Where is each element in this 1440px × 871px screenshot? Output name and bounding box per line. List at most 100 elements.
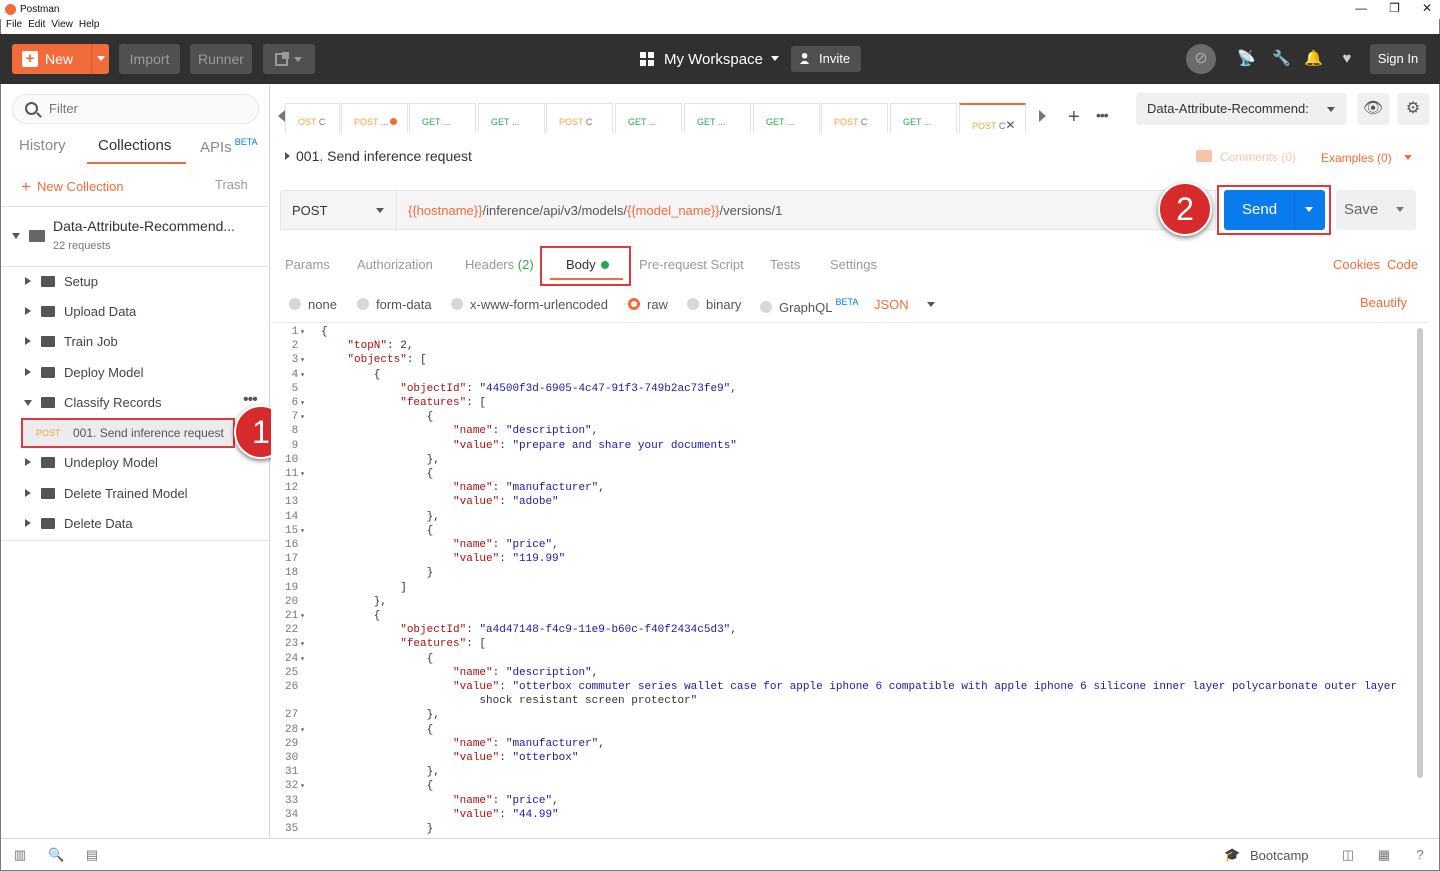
selected-request-item[interactable]: POST 001. Send inference request [21, 418, 235, 448]
save-dropdown-icon[interactable] [1396, 207, 1404, 212]
format-select[interactable]: JSON [874, 297, 935, 312]
status-bar: ▥ 🔍 ▤ 🎓 Bootcamp ◫ ▦ ? [1, 838, 1439, 870]
new-dropdown-icon[interactable] [97, 56, 105, 61]
wrench-icon[interactable]: 🔧 [1272, 50, 1291, 68]
method-select[interactable]: POST [280, 190, 397, 230]
new-collection-button[interactable]: + New Collection [21, 177, 124, 197]
invite-button[interactable]: Invite [791, 46, 861, 72]
scroll-right-icon[interactable] [1039, 110, 1046, 122]
tab-body[interactable]: Body [566, 257, 609, 272]
folder-item[interactable]: Delete Data [1, 509, 270, 539]
browse-icon[interactable]: ▦ [1376, 847, 1392, 863]
url-input[interactable]: {{hostname}}/inference/api/v3/models/{{m… [396, 190, 1216, 230]
minimize-icon[interactable]: — [1355, 1, 1367, 15]
menu-file[interactable]: File [6, 19, 22, 30]
add-tab-icon[interactable]: + [1068, 106, 1080, 129]
comments-button[interactable]: Comments (0) [1196, 150, 1296, 164]
tab-headers[interactable]: Headers (2) [465, 257, 534, 272]
request-tab[interactable]: GET ... [684, 103, 751, 133]
code-line: { [321, 368, 381, 381]
send-dropdown-icon[interactable] [1305, 207, 1313, 212]
cookies-link[interactable]: Cookies [1333, 257, 1380, 272]
menu-edit[interactable]: Edit [28, 19, 45, 30]
radio-binary[interactable]: binary [687, 297, 741, 312]
radio-form-data[interactable]: form-data [357, 297, 432, 312]
sync-off-icon[interactable]: ⊘ [1186, 44, 1216, 74]
sign-in-button[interactable]: Sign In [1370, 44, 1426, 74]
code-link[interactable]: Code [1387, 257, 1418, 272]
close-tab-icon[interactable]: ✕ [1005, 118, 1015, 132]
filter-field[interactable] [12, 94, 259, 124]
menu-help[interactable]: Help [79, 19, 100, 30]
beautify-link[interactable]: Beautify [1360, 295, 1407, 310]
console-icon[interactable]: ▤ [84, 847, 100, 863]
examples-button[interactable]: Examples (0) [1321, 151, 1412, 165]
tab-apis[interactable]: APIs BETA [200, 137, 258, 156]
maximize-icon[interactable]: ❐ [1389, 1, 1400, 15]
folder-item[interactable]: Classify Records ••• [1, 388, 270, 418]
editor-scrollbar[interactable] [1417, 328, 1423, 778]
request-tab[interactable]: POST C [821, 103, 888, 133]
request-tab[interactable]: POST C [546, 103, 613, 133]
bootcamp-icon[interactable]: 🎓 [1224, 847, 1240, 863]
close-window-icon[interactable]: ✕ [1422, 1, 1432, 15]
tab-prerequest-script[interactable]: Pre-request Script [639, 257, 744, 272]
tab-options-icon[interactable]: ••• [1096, 107, 1109, 123]
tab-history[interactable]: History [19, 137, 66, 154]
request-tab[interactable]: POST ... [341, 103, 408, 133]
tab-method: POST [834, 117, 859, 127]
tab-authorization[interactable]: Authorization [357, 257, 433, 272]
gear-icon[interactable]: ⚙ [1397, 93, 1429, 125]
bootcamp-button[interactable]: Bootcamp [1250, 848, 1309, 863]
filter-input[interactable] [49, 101, 249, 116]
request-name: 001. Send inference request [73, 426, 224, 440]
tab-collections[interactable]: Collections [98, 137, 171, 154]
menu-view[interactable]: View [51, 19, 73, 30]
tab-params[interactable]: Params [285, 257, 330, 272]
tab-settings[interactable]: Settings [830, 257, 877, 272]
radio-raw[interactable]: raw [628, 297, 668, 312]
new-button[interactable]: + New [12, 44, 109, 74]
folder-item[interactable]: Deploy Model [1, 358, 270, 388]
request-tab-active[interactable]: POST C✕ [959, 103, 1026, 133]
radio-graphql[interactable]: GraphQL BETA [760, 297, 858, 315]
heart-icon[interactable]: ♥ [1338, 50, 1356, 68]
request-tab[interactable]: GET ... [615, 103, 682, 133]
folder-item[interactable]: Train Job [1, 327, 270, 357]
save-button[interactable]: Save [1336, 190, 1416, 230]
request-tab[interactable]: GET ... [478, 103, 545, 133]
workspace-selector[interactable]: My Workspace [640, 51, 779, 68]
eye-icon[interactable]: 👁 [1357, 93, 1389, 125]
code-editor[interactable]: 1▾ 2▾3▾4▾5▾ 6▾ 7▾8▾9▾10▾ 11▾ 12▾13▾14▾15▾ 16▾ 1… [271, 322, 1428, 838]
sidebar-toggle-icon[interactable]: ▥ [12, 847, 28, 863]
folder-item[interactable]: Upload Data [1, 297, 270, 327]
request-tab[interactable]: GET ... [409, 103, 476, 133]
request-title[interactable]: 001. Send inference request [285, 148, 472, 164]
callout-2: 2 [1158, 182, 1212, 236]
runner-button[interactable]: Runner [190, 44, 252, 74]
two-pane-icon[interactable]: ◫ [1340, 847, 1356, 863]
folder-item[interactable]: Delete Trained Model [1, 479, 270, 509]
import-button[interactable]: Import [119, 44, 180, 74]
request-tab[interactable]: OST C [285, 103, 340, 133]
folder-icon [41, 488, 55, 499]
tab-tests[interactable]: Tests [770, 257, 800, 272]
new-window-button[interactable] [263, 44, 315, 74]
collection-item[interactable]: Data-Attribute-Recommend... 22 requests [1, 208, 270, 266]
send-button[interactable]: Send [1224, 190, 1325, 230]
folder-item[interactable]: Undeploy Model [1, 448, 270, 478]
folder-item[interactable]: Setup [1, 267, 270, 297]
satellite-icon[interactable]: 📡 [1237, 50, 1256, 68]
collapse-arrow-icon[interactable] [12, 233, 20, 239]
code-line: { [321, 780, 434, 793]
scroll-left-icon[interactable] [278, 110, 285, 122]
bell-icon[interactable]: 🔔 [1304, 50, 1323, 68]
environment-selector[interactable]: Data-Attribute-Recommend: [1136, 93, 1347, 125]
request-tab[interactable]: GET ... [890, 103, 957, 133]
radio-urlencoded[interactable]: x-www-form-urlencoded [451, 297, 608, 312]
find-icon[interactable]: 🔍 [48, 847, 64, 863]
help-icon[interactable]: ? [1412, 847, 1428, 863]
trash-button[interactable]: Trash [215, 177, 248, 192]
radio-none[interactable]: none [289, 297, 337, 312]
request-tab[interactable]: GET ... [753, 103, 820, 133]
